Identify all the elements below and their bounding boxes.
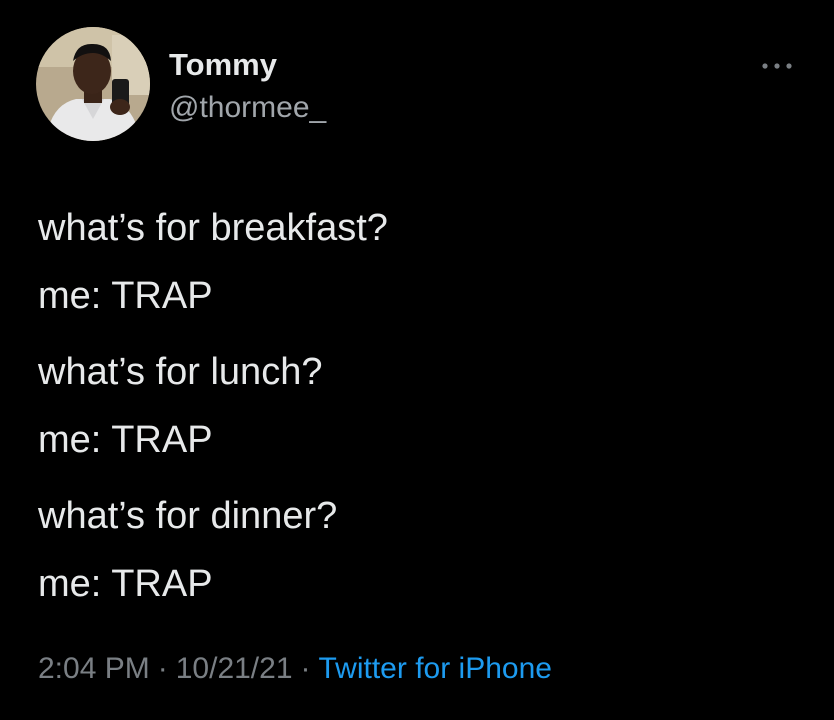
- tweet-date[interactable]: 10/21/21: [176, 652, 293, 685]
- user-handle[interactable]: @thormee_: [169, 93, 326, 123]
- display-name[interactable]: Tommy: [169, 49, 277, 80]
- tweet-text: what’s for breakfast? me: TRAP what’s fo…: [38, 194, 388, 618]
- meta-separator: ·: [157, 652, 168, 685]
- tweet-source-link[interactable]: Twitter for iPhone: [319, 652, 552, 685]
- tweet-line: what’s for lunch?: [38, 351, 323, 393]
- tweet-paragraph: what’s for breakfast? me: TRAP: [38, 194, 388, 330]
- avatar[interactable]: [36, 27, 150, 141]
- more-options-icon[interactable]: [757, 58, 797, 74]
- tweet-meta: 2:04 PM · 10/21/21 · Twitter for iPhone: [38, 654, 552, 684]
- tweet-paragraph: what’s for lunch? me: TRAP: [38, 338, 388, 474]
- meta-separator: ·: [300, 652, 311, 685]
- tweet-paragraph: what’s for dinner? me: TRAP: [38, 482, 388, 618]
- tweet-line: me: TRAP: [38, 563, 213, 605]
- tweet-line: what’s for dinner?: [38, 495, 338, 537]
- tweet-card: Tommy @thormee_ what’s for breakfast? me…: [0, 0, 834, 720]
- tweet-time[interactable]: 2:04 PM: [38, 652, 150, 685]
- avatar-photo: [36, 27, 150, 141]
- tweet-line: me: TRAP: [38, 275, 213, 317]
- tweet-line: me: TRAP: [38, 419, 213, 461]
- tweet-line: what’s for breakfast?: [38, 207, 388, 249]
